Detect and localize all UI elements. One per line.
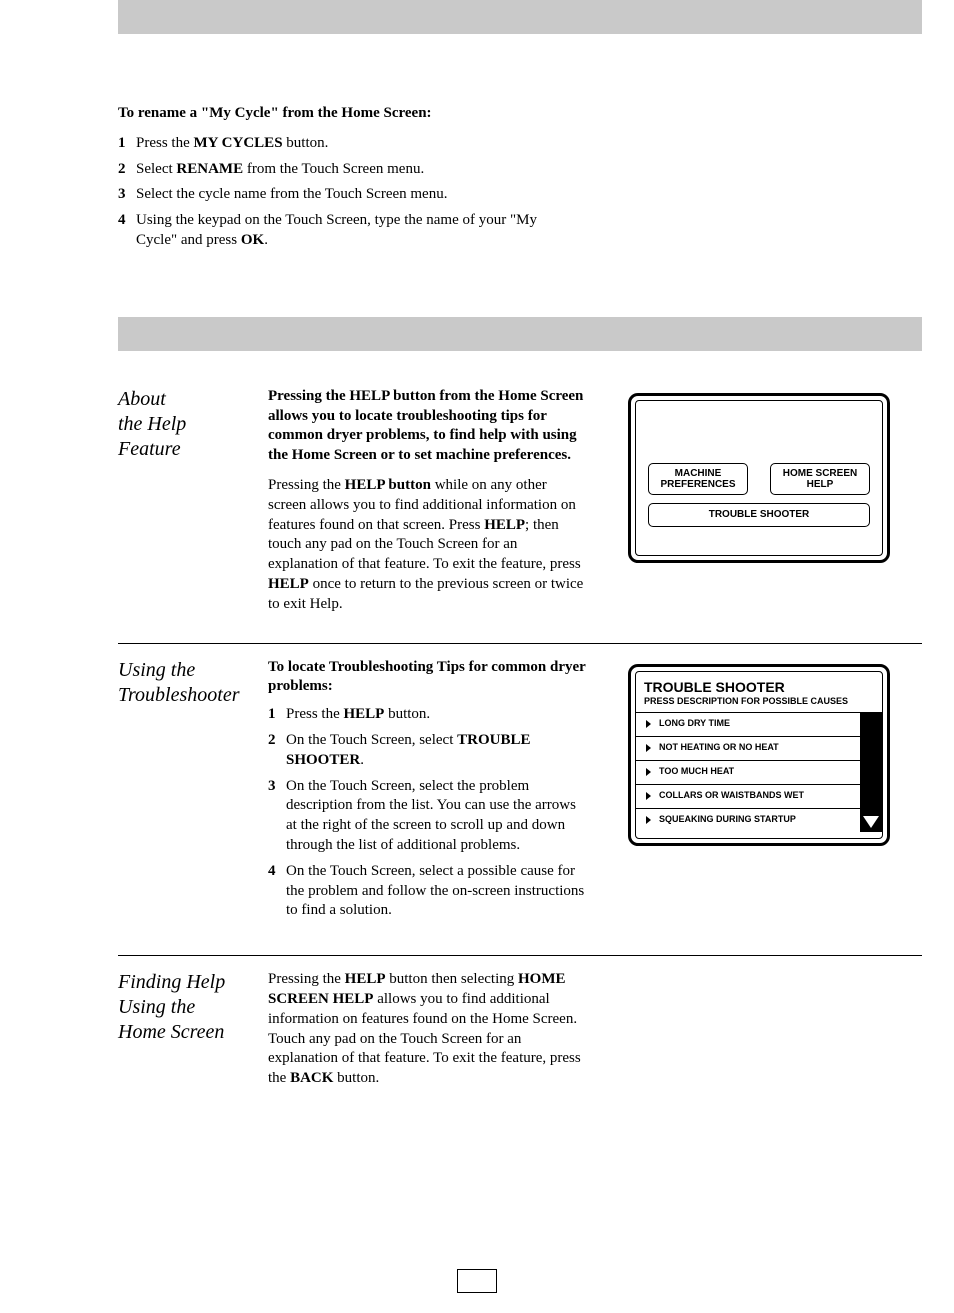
step-number: 3 bbox=[268, 777, 286, 856]
trouble-shooter-screen: TROUBLE SHOOTER PRESS DESCRIPTION FOR PO… bbox=[628, 664, 890, 846]
step-body: Select the cycle name from the Touch Scr… bbox=[136, 185, 568, 205]
step-number: 3 bbox=[118, 185, 136, 205]
ts-item[interactable]: LONG DRY TIME bbox=[636, 712, 882, 736]
ts-list: LONG DRY TIME NOT HEATING OR NO HEAT TOO… bbox=[636, 712, 882, 832]
step-number: 2 bbox=[118, 160, 136, 180]
rename-heading: To rename a "My Cycle" from the Home Scr… bbox=[118, 104, 568, 124]
sidehead-using-ts: Using theTroubleshooter bbox=[118, 658, 268, 928]
about-help-p1: Pressing the HELP button from the Home S… bbox=[268, 387, 588, 466]
top-gray-bar bbox=[118, 0, 922, 34]
sidehead-finding-help: Finding HelpUsing theHome Screen bbox=[118, 970, 268, 1089]
ts-item[interactable]: COLLARS OR WAISTBANDS WET bbox=[636, 784, 882, 808]
scroll-down-icon[interactable] bbox=[863, 816, 879, 828]
rename-section: To rename a "My Cycle" from the Home Scr… bbox=[118, 104, 568, 251]
step-number: 2 bbox=[268, 731, 286, 771]
ts-item[interactable]: TOO MUCH HEAT bbox=[636, 760, 882, 784]
step-body: On the Touch Screen, select a possible c… bbox=[286, 862, 588, 921]
step-body: Press the MY CYCLES button. bbox=[136, 134, 568, 154]
using-ts-row: Using theTroubleshooter To locate Troubl… bbox=[118, 643, 922, 928]
step-number: 4 bbox=[118, 211, 136, 251]
step-body: On the Touch Screen, select the problem … bbox=[286, 777, 588, 856]
step-number: 1 bbox=[268, 705, 286, 725]
finding-help-p: Pressing the HELP button then selecting … bbox=[268, 970, 588, 1089]
home-screen-help-button[interactable]: HOME SCREEN HELP bbox=[770, 463, 870, 495]
caret-right-icon bbox=[646, 792, 651, 800]
caret-right-icon bbox=[646, 744, 651, 752]
using-ts-text: To locate Troubleshooting Tips for commo… bbox=[268, 658, 588, 928]
using-ts-steps: 1Press the HELP button. 2On the Touch Sc… bbox=[268, 705, 588, 921]
ts-title: TROUBLE SHOOTER bbox=[636, 678, 882, 696]
trouble-shooter-button[interactable]: TROUBLE SHOOTER bbox=[648, 503, 870, 527]
using-ts-heading: To locate Troubleshooting Tips for commo… bbox=[268, 658, 588, 698]
mid-gray-bar bbox=[118, 317, 922, 351]
about-help-p2: Pressing the HELP button while on any ot… bbox=[268, 476, 588, 615]
ts-subtitle: PRESS DESCRIPTION FOR POSSIBLE CAUSES bbox=[636, 696, 882, 712]
step-body: Select RENAME from the Touch Screen menu… bbox=[136, 160, 568, 180]
step-body: Using the keypad on the Touch Screen, ty… bbox=[136, 211, 568, 251]
caret-right-icon bbox=[646, 720, 651, 728]
ts-item[interactable]: NOT HEATING OR NO HEAT bbox=[636, 736, 882, 760]
ts-item[interactable]: SQUEAKING DURING STARTUP bbox=[636, 808, 882, 832]
about-help-text: Pressing the HELP button from the Home S… bbox=[268, 387, 588, 615]
step-body: On the Touch Screen, select TROUBLE SHOO… bbox=[286, 731, 588, 771]
finding-help-row: Finding HelpUsing theHome Screen Pressin… bbox=[118, 955, 922, 1089]
about-help-row: Aboutthe HelpFeature Pressing the HELP b… bbox=[118, 387, 922, 615]
finding-help-text: Pressing the HELP button then selecting … bbox=[268, 970, 588, 1089]
rename-steps: 1Press the MY CYCLES button. 2Select REN… bbox=[118, 134, 568, 251]
help-menu-screen: MACHINE PREFERENCES HOME SCREEN HELP TRO… bbox=[628, 393, 890, 563]
step-number: 1 bbox=[118, 134, 136, 154]
caret-right-icon bbox=[646, 816, 651, 824]
caret-right-icon bbox=[646, 768, 651, 776]
step-body: Press the HELP button. bbox=[286, 705, 588, 725]
sidehead-about-help: Aboutthe HelpFeature bbox=[118, 387, 268, 615]
step-number: 4 bbox=[268, 862, 286, 921]
machine-preferences-button[interactable]: MACHINE PREFERENCES bbox=[648, 463, 748, 495]
page-number-box: . bbox=[457, 1269, 497, 1293]
